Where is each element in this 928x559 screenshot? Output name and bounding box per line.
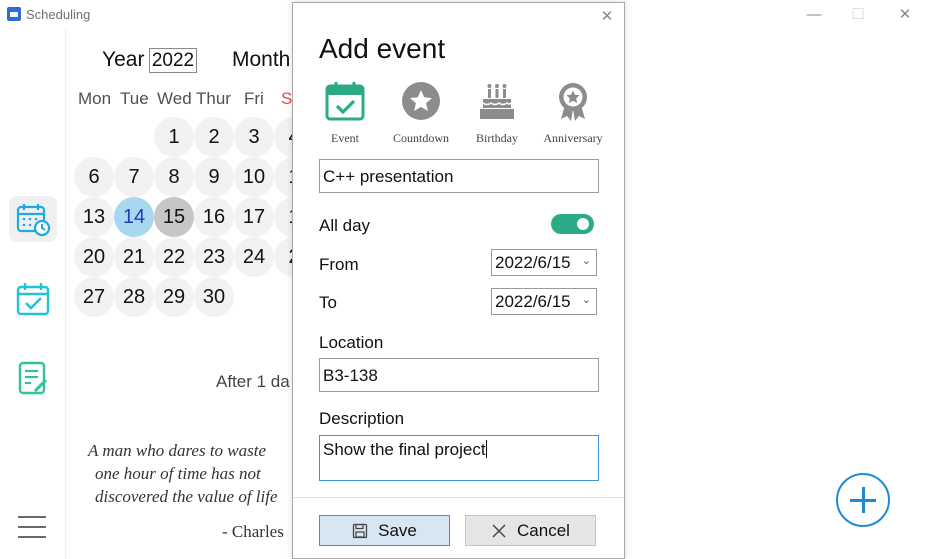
- calendar-day[interactable]: 22: [154, 237, 194, 277]
- from-date-value: 2022/6/15: [495, 253, 571, 272]
- calendar-day[interactable]: 6: [74, 157, 114, 197]
- countdown-text: After 1 da: [216, 372, 290, 391]
- calendar-day[interactable]: 7: [114, 157, 154, 197]
- description-text: Show the final project: [323, 440, 486, 459]
- calendar-day[interactable]: 13: [74, 197, 114, 237]
- calendar-day[interactable]: 1: [154, 117, 194, 157]
- add-event-button[interactable]: [836, 473, 890, 527]
- from-date-picker[interactable]: 2022/6/15 ⌄: [491, 249, 597, 276]
- to-date-value: 2022/6/15: [495, 292, 571, 311]
- save-label: Save: [378, 521, 417, 540]
- description-input[interactable]: Show the final project: [319, 435, 599, 481]
- calendar-check-icon: [16, 283, 50, 316]
- notes-edit-icon: [18, 361, 48, 395]
- add-event-dialog: ✕ Add event Event Countdown Birthday Ann…: [292, 2, 625, 559]
- calendar-day[interactable]: 16: [194, 197, 234, 237]
- save-button[interactable]: Save: [319, 515, 450, 546]
- award-icon: [559, 83, 587, 121]
- to-label: To: [319, 293, 337, 312]
- type-countdown-option[interactable]: Countdown: [381, 81, 461, 146]
- all-day-toggle[interactable]: [551, 214, 594, 234]
- calendar-day-selected[interactable]: 15: [154, 197, 194, 237]
- year-input[interactable]: 2022: [149, 48, 197, 73]
- cancel-label: Cancel: [517, 521, 570, 540]
- weekday-sat: S: [281, 89, 293, 108]
- calendar-day[interactable]: 28: [114, 277, 154, 317]
- calendar-day[interactable]: 29: [154, 277, 194, 317]
- cake-icon: [480, 84, 514, 119]
- dialog-close-button[interactable]: ✕: [599, 9, 615, 25]
- calendar-check-icon: [325, 82, 365, 121]
- app-window: Scheduling — ☐ ✕ Year 2022 Month Mon Tue…: [0, 0, 928, 559]
- location-input[interactable]: B3-138: [319, 358, 599, 392]
- type-anniversary-label: Anniversary: [543, 131, 603, 145]
- calendar-day[interactable]: 17: [234, 197, 274, 237]
- type-countdown-label: Countdown: [392, 131, 449, 145]
- location-label: Location: [319, 333, 384, 352]
- dialog-divider: [293, 497, 624, 498]
- rail-tasks-button[interactable]: [9, 276, 57, 322]
- quote-line: A man who dares to waste: [88, 441, 267, 460]
- close-window-button[interactable]: ✕: [896, 6, 914, 24]
- type-birthday-option[interactable]: Birthday: [457, 81, 537, 146]
- dialog-title: Add event: [319, 33, 446, 64]
- month-label: Month: [232, 48, 291, 71]
- type-anniversary-option[interactable]: Anniversary: [533, 81, 613, 146]
- all-day-label: All day: [319, 216, 371, 235]
- star-icon: [402, 82, 440, 120]
- calendar-day[interactable]: 24: [234, 237, 274, 277]
- rail-notes-button[interactable]: [9, 355, 57, 401]
- minimize-button[interactable]: —: [805, 6, 823, 24]
- event-name-input[interactable]: C++ presentation: [319, 159, 599, 193]
- calendar-day-today[interactable]: 14: [114, 197, 154, 237]
- description-label: Description: [319, 409, 405, 428]
- weekday-fri: Fri: [244, 89, 264, 108]
- type-birthday-label: Birthday: [476, 131, 518, 145]
- app-title: Scheduling: [26, 7, 91, 22]
- quote-line: discovered the value of life: [95, 487, 278, 506]
- chevron-down-icon: ⌄: [581, 255, 591, 267]
- calendar-day[interactable]: 20: [74, 237, 114, 277]
- calendar-day[interactable]: 30: [194, 277, 234, 317]
- quote-author: - Charles: [222, 522, 284, 541]
- calendar-day[interactable]: 23: [194, 237, 234, 277]
- maximize-button[interactable]: ☐: [849, 6, 867, 24]
- from-label: From: [319, 255, 359, 274]
- calendar-day[interactable]: 3: [234, 117, 274, 157]
- year-label: Year: [102, 48, 145, 71]
- calendar-day[interactable]: 27: [74, 277, 114, 317]
- close-icon: [492, 524, 506, 538]
- to-date-picker[interactable]: 2022/6/15 ⌄: [491, 288, 597, 315]
- save-icon: [352, 523, 368, 539]
- quote-line: one hour of time has not: [95, 464, 261, 483]
- cancel-button[interactable]: Cancel: [465, 515, 596, 546]
- calendar-clock-icon: [16, 204, 51, 237]
- app-logo-icon: [7, 7, 21, 21]
- calendar-day[interactable]: 21: [114, 237, 154, 277]
- weekday-thur: Thur: [196, 89, 231, 108]
- calendar-day[interactable]: 8: [154, 157, 194, 197]
- type-event-option[interactable]: Event: [305, 81, 385, 146]
- calendar-day[interactable]: 10: [234, 157, 274, 197]
- rail-calendar-button[interactable]: [9, 196, 57, 242]
- calendar-day[interactable]: 9: [194, 157, 234, 197]
- weekday-wed: Wed: [157, 89, 192, 108]
- menu-icon[interactable]: [18, 516, 46, 546]
- text-caret: [485, 440, 487, 458]
- weekday-mon: Mon: [78, 89, 112, 108]
- calendar-day[interactable]: 2: [194, 117, 234, 157]
- weekday-tue: Tue: [120, 89, 149, 108]
- type-event-label: Event: [331, 131, 359, 145]
- side-rail: [0, 30, 66, 559]
- chevron-down-icon: ⌄: [581, 294, 591, 306]
